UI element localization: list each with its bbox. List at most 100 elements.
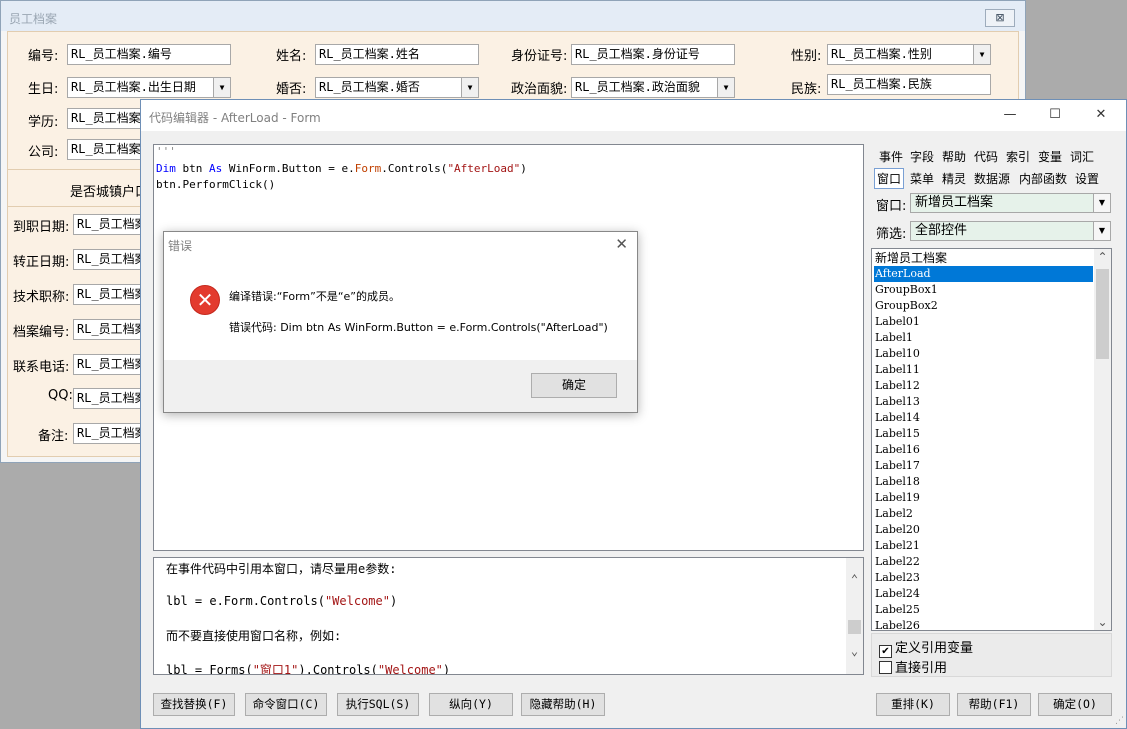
tab-datasource[interactable]: 数据源 [972,169,1012,188]
control-list-item[interactable]: Label01 [874,314,1093,330]
chevron-down-icon[interactable]: ▼ [461,78,478,97]
rearrange-button[interactable]: 重排(K) [876,693,950,716]
vertical-layout-button[interactable]: 纵向(Y) [429,693,513,716]
control-list-item[interactable]: Label21 [874,538,1093,554]
chevron-down-icon[interactable]: ▼ [717,78,734,97]
chevron-down-icon[interactable]: ▼ [1093,194,1110,212]
close-icon[interactable]: ✕ [1086,106,1116,124]
control-list-item[interactable]: Label22 [874,554,1093,570]
control-list-item[interactable]: Label16 [874,442,1093,458]
tab-functions[interactable]: 内部函数 [1017,169,1069,188]
tab-events[interactable]: 事件 [877,147,905,166]
execute-sql-button[interactable]: 执行SQL(S) [337,693,419,716]
control-list-item[interactable]: Label25 [874,602,1093,618]
chevron-up-icon[interactable]: ⌃ [1094,250,1111,264]
help-text: lbl = e.Form.Controls( [166,594,325,608]
control-list-item[interactable]: Label26 [874,618,1093,630]
tab-wizard[interactable]: 精灵 [940,169,968,188]
code-member: Form [354,162,382,175]
chevron-down-icon[interactable]: ▼ [213,78,230,97]
tab-code[interactable]: 代码 [972,147,1000,166]
label-regular-date: 转正日期: [13,255,70,270]
chevron-down-icon[interactable]: ⌄ [846,644,863,658]
checkbox-box[interactable] [879,661,892,674]
field-ethnicity[interactable]: RL_员工档案.民族 [827,74,991,95]
tab-index[interactable]: 索引 [1004,147,1032,166]
scrollbar-thumb[interactable] [1096,269,1109,359]
field-gender[interactable]: RL_员工档案.性别 ▼ [827,44,991,65]
checkbox-label-urban[interactable]: 是否城镇户口 [70,181,148,200]
control-list-item[interactable]: GroupBox1 [874,282,1093,298]
label-married: 婚否: [276,82,307,97]
maximize-icon[interactable]: ☐ [1040,106,1070,124]
field-id-number[interactable]: RL_员工档案.身份证号 [571,44,735,65]
code-text: WinForm.Button = e. [222,162,355,175]
control-list-item[interactable]: Label19 [874,490,1093,506]
hide-help-button[interactable]: 隐藏帮助(H) [521,693,605,716]
control-list-item[interactable]: Label2 [874,506,1093,522]
label-ethnicity: 民族: [791,82,822,97]
tab-vocabulary[interactable]: 词汇 [1068,147,1096,166]
control-list-scrollbar[interactable]: ⌃ ⌄ [1094,249,1111,630]
tab-fields[interactable]: 字段 [908,147,936,166]
find-replace-button[interactable]: 查找替换(F) [153,693,235,716]
chevron-down-icon[interactable]: ▼ [973,45,990,64]
help-scrollbar[interactable]: ⌃ ⌄ [846,558,863,674]
code-string: "AfterLoad" [447,162,521,175]
control-list-item[interactable]: Label23 [874,570,1093,586]
window-selector[interactable]: 新增员工档案 ▼ [910,193,1111,213]
chevron-down-icon[interactable]: ▼ [1093,222,1110,240]
control-list-item[interactable]: Label24 [874,586,1093,602]
tab-help[interactable]: 帮助 [940,147,968,166]
control-list-item[interactable]: Label10 [874,346,1093,362]
field-political[interactable]: RL_员工档案.政治面貌 ▼ [571,77,735,98]
tab-variables[interactable]: 变量 [1036,147,1064,166]
label-title: 技术职称: [13,290,70,305]
control-list-item[interactable]: Label13 [874,394,1093,410]
code-editor-window: 代码编辑器 - AfterLoad - Form — ☐ ✕ ''' Dim b… [140,99,1127,729]
label-name: 姓名: [276,49,307,64]
field-name[interactable]: RL_员工档案.姓名 [315,44,479,65]
help-panel[interactable]: 在事件代码中引用本窗口，请尽量用e参数: lbl = e.Form.Contro… [153,557,864,675]
filter-selector[interactable]: 全部控件 ▼ [910,221,1111,241]
field-married[interactable]: RL_员工档案.婚否 ▼ [315,77,479,98]
direct-reference-checkbox[interactable]: 直接引用 [879,657,947,676]
field-birthday-value: RL_员工档案.出生日期 [71,80,196,94]
control-list-item[interactable]: Label1 [874,330,1093,346]
control-list-item[interactable]: Label15 [874,426,1093,442]
code-keyword: Dim [156,162,176,175]
control-list-item[interactable]: 新增员工档案 [874,250,1093,266]
help-string: "窗口1" [252,663,299,675]
ok-button[interactable]: 确定(O) [1038,693,1112,716]
error-dialog-footer: 确定 [164,360,637,412]
tab-window[interactable]: 窗口 [874,168,905,189]
control-list-item[interactable]: Label14 [874,410,1093,426]
scrollbar-thumb[interactable] [848,620,861,634]
control-list-item[interactable]: Label11 [874,362,1093,378]
control-list-item[interactable]: GroupBox2 [874,298,1093,314]
close-icon[interactable]: ✕ [615,235,628,253]
resize-grip-icon[interactable]: ⋰ [1115,716,1124,726]
window-selector-label: 窗口: [876,199,907,214]
control-list-item[interactable]: Label17 [874,458,1093,474]
label-political: 政治面貌: [511,82,568,97]
field-birthday[interactable]: RL_员工档案.出生日期 ▼ [67,77,231,98]
control-list[interactable]: 新增员工档案 AfterLoad GroupBox1 GroupBox2 Label01… [871,248,1112,631]
command-window-button[interactable]: 命令窗口(C) [245,693,327,716]
control-list-item[interactable]: Label12 [874,378,1093,394]
chevron-up-icon[interactable]: ⌃ [846,572,863,586]
define-variable-checkbox[interactable]: ✔ 定义引用变量 [879,637,973,658]
chevron-down-icon[interactable]: ⌄ [1094,615,1111,629]
field-number[interactable]: RL_员工档案.编号 [67,44,231,65]
minimize-icon[interactable]: — [995,106,1025,124]
label-qq: QQ: [48,388,73,403]
tab-settings[interactable]: 设置 [1073,169,1101,188]
control-list-item[interactable]: Label20 [874,522,1093,538]
close-icon[interactable]: ⊠ [985,9,1015,27]
tab-menu[interactable]: 菜单 [908,169,936,188]
control-list-item[interactable]: AfterLoad [874,266,1093,282]
help-button[interactable]: 帮助(F1) [957,693,1031,716]
error-ok-button[interactable]: 确定 [531,373,617,398]
control-list-item[interactable]: Label18 [874,474,1093,490]
code-editor-titlebar: 代码编辑器 - AfterLoad - Form — ☐ ✕ [141,100,1126,131]
